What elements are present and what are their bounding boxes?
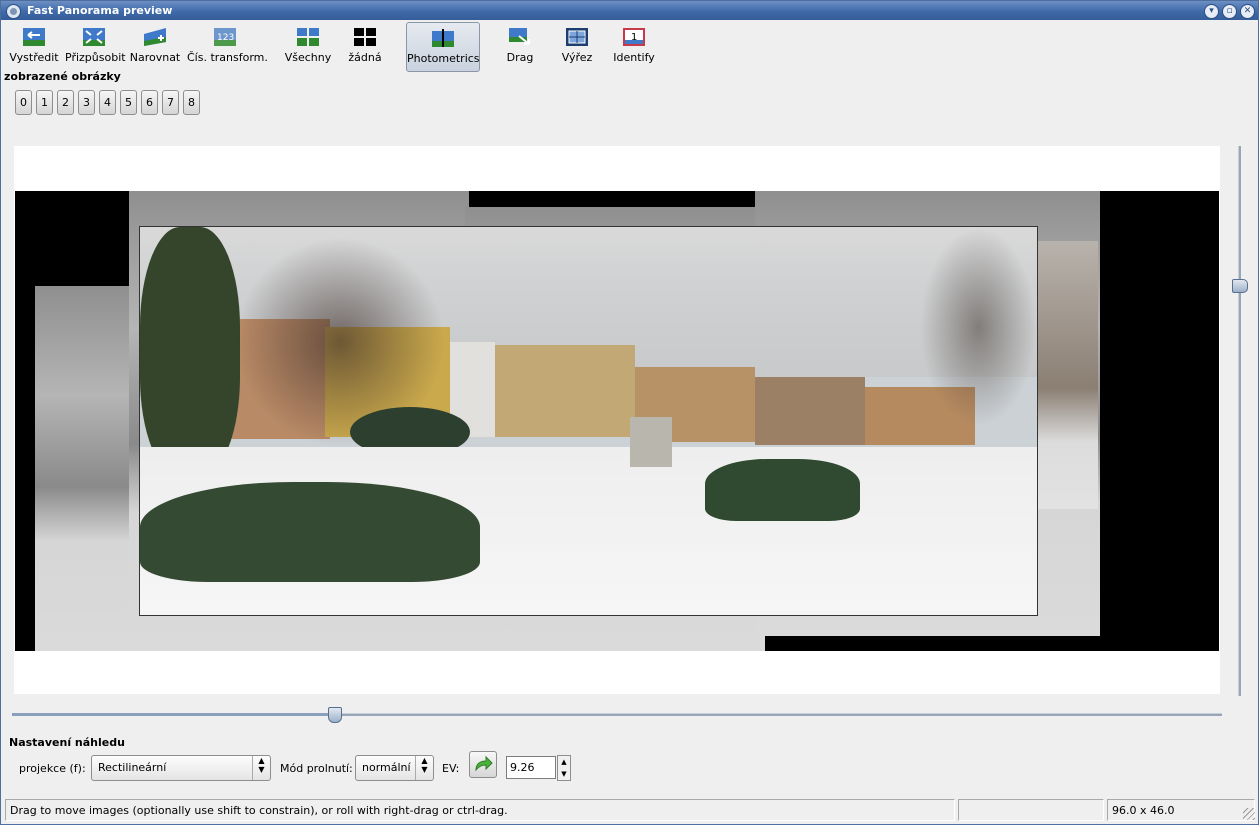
svg-text:123: 123 xyxy=(217,33,234,43)
panorama-preview[interactable] xyxy=(15,191,1219,651)
show-all-button[interactable]: Všechny xyxy=(283,22,333,70)
identify-icon: 1 xyxy=(623,28,645,46)
toolbar-label: Identify xyxy=(613,51,655,64)
image-toggle-7[interactable]: 7 xyxy=(162,90,179,115)
status-bar: Drag to move images (optionally use shif… xyxy=(1,797,1258,824)
blend-mode-value: normální xyxy=(362,761,411,774)
crop-icon xyxy=(566,28,588,46)
select-arrows-icon: ▲ ▼ xyxy=(252,756,270,780)
center-button[interactable]: Vystředit xyxy=(7,22,61,70)
horizontal-slider-fill xyxy=(12,713,334,716)
blend-mode-select[interactable]: normální ▲ ▼ xyxy=(355,755,434,781)
preview-canvas[interactable] xyxy=(14,146,1220,694)
ev-input[interactable]: 9.26 xyxy=(506,756,556,779)
close-icon[interactable]: ✕ xyxy=(1240,4,1255,19)
vertical-slider-track[interactable] xyxy=(1238,146,1241,696)
tree xyxy=(140,227,240,477)
ev-label: EV: xyxy=(442,762,460,775)
select-arrows-icon: ▲ ▼ xyxy=(415,756,433,780)
toolbar-label: žádná xyxy=(348,51,382,64)
horizontal-slider-handle[interactable] xyxy=(328,707,342,723)
toolbar-label: Všechny xyxy=(284,51,332,64)
toolbar-label: Výřez xyxy=(561,51,593,64)
status-fov-panel: 96.0 x 46.0 xyxy=(1107,799,1255,821)
selected-panorama-image[interactable] xyxy=(139,226,1038,616)
toolbar-label: Vystředit xyxy=(9,51,59,64)
photometrics-icon xyxy=(432,29,454,47)
bush xyxy=(705,459,860,521)
panorama-image-layer xyxy=(1036,241,1098,509)
all-images-icon xyxy=(297,28,319,46)
drag-tab[interactable]: Drag xyxy=(499,22,541,70)
numeric-transform-icon: 123 xyxy=(214,28,236,46)
building xyxy=(495,345,635,437)
resize-grip-icon[interactable] xyxy=(1243,808,1255,820)
image-toggle-3[interactable]: 3 xyxy=(78,90,95,115)
status-middle-panel xyxy=(958,799,1104,821)
window-title: Fast Panorama preview xyxy=(27,4,173,17)
projection-value: Rectilineární xyxy=(98,761,167,774)
image-toggle-4[interactable]: 4 xyxy=(99,90,116,115)
blend-mode-label: Mód prolnutí: xyxy=(280,762,353,775)
toolbar-label: Narovnat xyxy=(129,51,181,64)
tree xyxy=(920,227,1037,427)
building xyxy=(755,377,865,445)
toolbar-label: Photometrics xyxy=(407,52,480,65)
status-message-panel: Drag to move images (optionally use shif… xyxy=(5,799,955,821)
image-toggle-0[interactable]: 0 xyxy=(15,90,32,115)
toolbar: Vystředit Přizpůsobit Narovnat 123 Čís. … xyxy=(1,20,1258,72)
projection-label: projekce (f): xyxy=(19,762,86,775)
show-none-button[interactable]: žádná xyxy=(343,22,387,70)
preview-settings-title: Nastavení náhledu xyxy=(9,736,125,749)
vertical-slider-handle[interactable] xyxy=(1232,279,1248,293)
status-fov: 96.0 x 46.0 xyxy=(1112,804,1175,817)
apply-ev-button[interactable] xyxy=(469,751,497,778)
minimize-icon[interactable]: ▾ xyxy=(1204,4,1219,19)
crop-tab[interactable]: Výřez xyxy=(557,22,597,70)
drag-icon xyxy=(509,28,530,45)
image-toggle-6[interactable]: 6 xyxy=(141,90,158,115)
straighten-icon xyxy=(144,28,166,46)
photometrics-tab[interactable]: Photometrics xyxy=(406,22,480,72)
toolbar-label: Drag xyxy=(506,51,534,64)
identify-tab[interactable]: 1 Identify xyxy=(611,22,657,70)
image-toggle-2[interactable]: 2 xyxy=(57,90,74,115)
toolbar-label: Přizpůsobit xyxy=(65,51,126,64)
app-window: Fast Panorama preview ▾ ▫ ✕ Vystředit Př… xyxy=(0,0,1259,825)
fit-button[interactable]: Přizpůsobit xyxy=(65,22,126,70)
ev-value: 9.26 xyxy=(510,761,535,774)
projection-select[interactable]: Rectilineární ▲ ▼ xyxy=(91,755,271,781)
statue xyxy=(630,417,672,467)
image-toggle-8[interactable]: 8 xyxy=(183,90,200,115)
no-images-icon xyxy=(354,28,376,46)
numeric-transform-button[interactable]: 123 Čís. transform. xyxy=(187,22,268,70)
displayed-images-label: zobrazené obrázky xyxy=(4,70,121,83)
straighten-button[interactable]: Narovnat xyxy=(129,22,181,70)
svg-text:1: 1 xyxy=(631,32,637,43)
image-toggle-1[interactable]: 1 xyxy=(36,90,53,115)
ev-spinner[interactable]: ▲ ▼ xyxy=(557,755,571,781)
center-icon xyxy=(23,28,45,46)
status-message: Drag to move images (optionally use shif… xyxy=(10,804,508,817)
maximize-icon[interactable]: ▫ xyxy=(1222,4,1237,19)
image-toggle-5[interactable]: 5 xyxy=(120,90,137,115)
toolbar-label: Čís. transform. xyxy=(187,51,268,64)
fit-icon xyxy=(83,28,105,46)
app-menu-icon[interactable] xyxy=(6,4,21,19)
title-bar[interactable]: Fast Panorama preview ▾ ▫ ✕ xyxy=(1,1,1258,20)
redo-arrow-icon xyxy=(475,755,493,772)
bush xyxy=(140,482,480,582)
